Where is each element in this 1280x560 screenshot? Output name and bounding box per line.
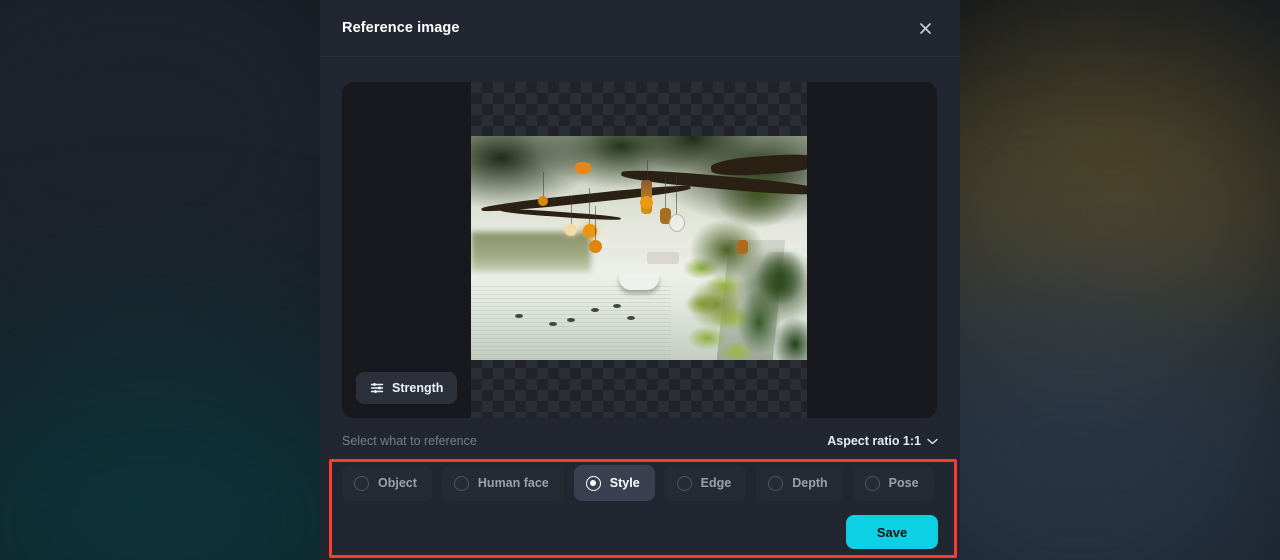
modal-header: Reference image (320, 0, 960, 57)
app-backdrop: Reference image Strength Select what to … (0, 0, 1280, 560)
photo-duck (549, 322, 557, 326)
transparency-canvas (471, 82, 807, 418)
tune-sliders-icon (370, 381, 384, 395)
photo-lantern-string (665, 176, 666, 212)
reference-option-depth[interactable]: Depth (756, 465, 843, 501)
chevron-down-icon (927, 438, 938, 445)
radio-icon-selected (585, 475, 601, 491)
reference-option-label: Depth (792, 476, 828, 490)
reference-option-label: Pose (888, 476, 919, 490)
photo-lantern (589, 240, 602, 253)
strength-button[interactable]: Strength (356, 372, 458, 404)
preview-wrap: Strength (320, 57, 960, 418)
reference-option-human-face[interactable]: Human face (441, 465, 564, 501)
photo-glass-lantern (669, 214, 685, 232)
reference-option-label: Style (609, 476, 640, 490)
reference-option-label: Human face (477, 476, 549, 490)
photo-duck (627, 316, 635, 320)
reference-option-label: Edge (700, 476, 732, 490)
photo-lantern-string (571, 196, 572, 226)
controls-header-row: Select what to reference Aspect ratio 1:… (342, 431, 938, 451)
reference-option-object[interactable]: Object (342, 465, 432, 501)
photo-lantern (575, 162, 591, 174)
photo-lantern-string (676, 176, 677, 218)
photo-duck (613, 304, 621, 308)
save-row: Save (342, 515, 938, 549)
photo-duck (591, 308, 599, 312)
photo-lantern (737, 240, 748, 254)
reference-option-group: Object Human face Style Edge Depth Pose (342, 465, 938, 501)
reference-option-edge[interactable]: Edge (664, 465, 747, 501)
reference-option-pose[interactable]: Pose (852, 465, 934, 501)
image-preview-container[interactable]: Strength (342, 82, 937, 418)
photo-lantern-string (589, 188, 590, 226)
save-button[interactable]: Save (846, 515, 938, 549)
backdrop-glow-right-amber (980, 110, 1260, 320)
radio-icon (864, 475, 880, 491)
aspect-ratio-label: Aspect ratio 1:1 (827, 434, 921, 448)
reference-image-modal: Reference image Strength Select what to … (320, 0, 960, 560)
close-icon[interactable] (912, 15, 938, 41)
photo-lantern (640, 196, 653, 209)
photo-lantern-string (595, 206, 596, 242)
select-reference-hint: Select what to reference (342, 434, 477, 448)
reference-option-style[interactable]: Style (573, 465, 655, 501)
reference-controls: Select what to reference Aspect ratio 1:… (320, 431, 960, 549)
photo-lantern-string (543, 172, 544, 198)
radio-icon (676, 475, 692, 491)
photo-lantern (565, 224, 577, 236)
photo-lantern (538, 196, 548, 206)
strength-button-label: Strength (392, 381, 444, 395)
photo-duck (515, 314, 523, 318)
radio-icon (453, 475, 469, 491)
radio-icon (768, 475, 784, 491)
radio-icon (354, 475, 369, 491)
reference-photo (471, 136, 807, 360)
page-title: Reference image (342, 20, 460, 36)
photo-rowboat (619, 274, 659, 290)
aspect-ratio-dropdown[interactable]: Aspect ratio 1:1 (827, 434, 938, 448)
reference-option-label: Object (378, 476, 417, 490)
photo-duck (567, 318, 575, 322)
photo-water-ripples (471, 286, 671, 360)
